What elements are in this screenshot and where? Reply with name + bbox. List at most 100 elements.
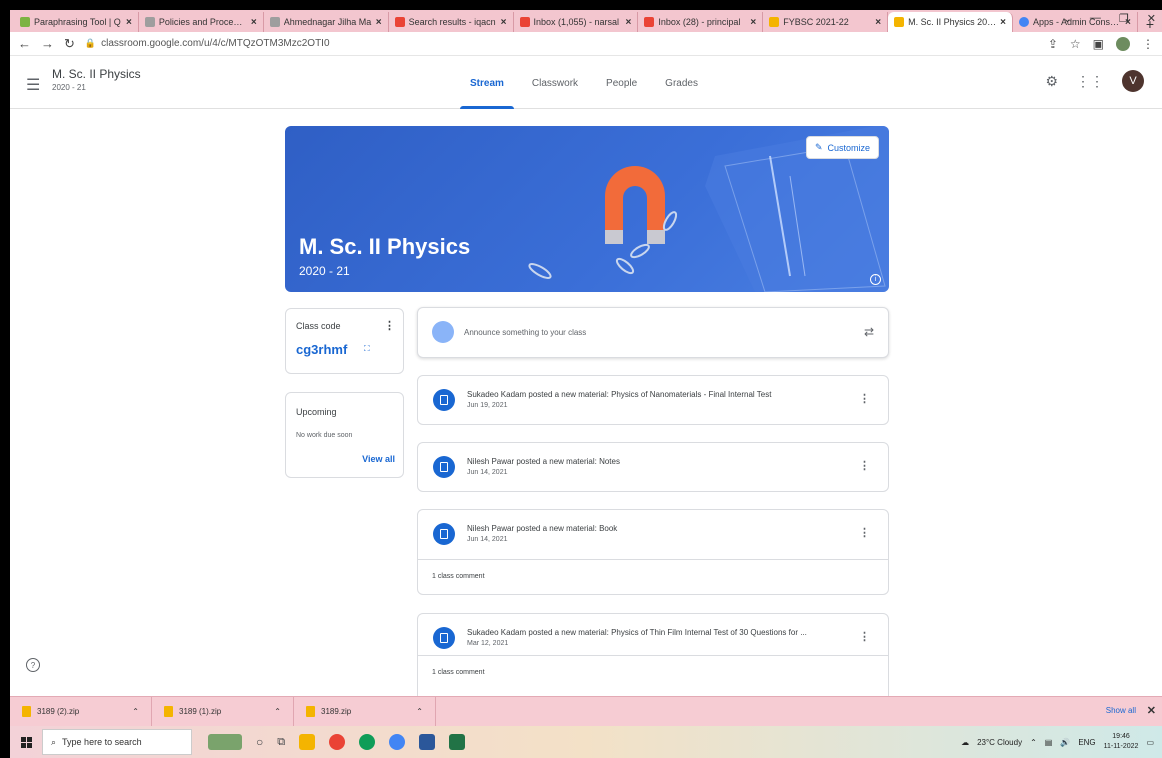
- avatar[interactable]: V: [1122, 70, 1144, 92]
- maximize-icon[interactable]: ❐: [1119, 12, 1129, 25]
- stream-post[interactable]: Nilesh Pawar posted a new material: Book…: [417, 509, 889, 595]
- bookmark-star-icon[interactable]: ☆: [1070, 37, 1081, 51]
- hamburger-menu-icon[interactable]: ☰: [26, 75, 40, 95]
- class-year: 2020 - 21: [52, 83, 86, 92]
- browser-tab-active[interactable]: M. Sc. II Physics 2020 ×: [888, 12, 1013, 32]
- download-item[interactable]: 3189 (2).zip ⌃: [10, 697, 152, 726]
- post-date: Jun 14, 2021: [467, 469, 508, 476]
- edge-icon[interactable]: [359, 734, 376, 750]
- more-vert-icon[interactable]: ⋮: [859, 526, 870, 539]
- clock-time: 19:46: [1112, 733, 1130, 740]
- material-icon: [433, 523, 455, 545]
- stream-post[interactable]: Sukadeo Kadam posted a new material: Phy…: [417, 375, 889, 425]
- chevron-up-icon[interactable]: ⌃: [416, 707, 423, 716]
- announce-box[interactable]: Announce something to your class ⇄: [417, 307, 889, 358]
- class-comment-link[interactable]: 1 class comment: [418, 655, 888, 690]
- more-vert-icon[interactable]: ⋮: [859, 392, 870, 405]
- sidepanel-icon[interactable]: ▣: [1093, 37, 1104, 51]
- menu-dots-icon[interactable]: ⋮: [1142, 37, 1154, 51]
- forward-icon[interactable]: →: [41, 36, 54, 51]
- close-icon[interactable]: ×: [251, 17, 257, 28]
- download-item[interactable]: 3189 (1).zip ⌃: [152, 697, 294, 726]
- close-icon[interactable]: ×: [875, 17, 881, 28]
- close-icon[interactable]: ×: [1000, 17, 1006, 28]
- banner-subtitle: 2020 - 21: [299, 264, 350, 278]
- show-all-button[interactable]: Show all: [1106, 706, 1136, 715]
- post-date: Jun 14, 2021: [467, 536, 508, 543]
- share-icon[interactable]: ⇪: [1048, 37, 1058, 51]
- close-icon[interactable]: ✕: [1147, 704, 1156, 717]
- browser-tab[interactable]: Policies and Procedure ×: [139, 12, 264, 32]
- stream-post[interactable]: Nilesh Pawar posted a new material: Note…: [417, 442, 889, 492]
- back-icon[interactable]: ←: [18, 36, 31, 51]
- chevron-up-icon[interactable]: ⌃: [132, 707, 139, 716]
- settings-gear-icon[interactable]: ⚙: [1045, 73, 1058, 90]
- close-icon[interactable]: ×: [750, 17, 756, 28]
- lock-icon[interactable]: 🔒: [85, 38, 96, 49]
- tab-stream[interactable]: Stream: [456, 57, 518, 109]
- download-item[interactable]: 3189.zip ⌃: [294, 697, 436, 726]
- browser-tab[interactable]: Paraphrasing Tool | Q ×: [14, 12, 139, 32]
- classroom-icon: [769, 17, 780, 27]
- chrome-icon[interactable]: [329, 734, 346, 750]
- toolbar-right: ⇪ ☆ ▣ ⋮: [1048, 36, 1154, 51]
- notifications-icon[interactable]: ▭: [1146, 738, 1154, 747]
- network-icon[interactable]: ▤: [1045, 738, 1053, 747]
- taskbar-apps: ○ ⧉: [208, 734, 466, 750]
- close-icon[interactable]: ×: [126, 17, 132, 28]
- repost-icon[interactable]: ⇄: [864, 325, 874, 339]
- tab-favicon-icon: [269, 17, 280, 27]
- clock[interactable]: 19:46 11-11-2022: [1104, 732, 1139, 752]
- windows-start-icon[interactable]: [10, 736, 42, 748]
- close-icon[interactable]: ×: [376, 17, 382, 28]
- chevron-up-icon[interactable]: ⌃: [1030, 738, 1037, 747]
- info-icon[interactable]: i: [870, 274, 881, 285]
- class-comment-link[interactable]: 1 class comment: [418, 559, 888, 594]
- cortana-icon[interactable]: ○: [256, 735, 263, 749]
- customize-button[interactable]: ✎ Customize: [805, 136, 879, 159]
- browser-tab[interactable]: Search results - iqacn ×: [389, 12, 514, 32]
- apps-grid-icon[interactable]: ⋮⋮: [1076, 73, 1104, 90]
- fullscreen-icon[interactable]: ⛶: [364, 344, 370, 354]
- news-widget-icon[interactable]: [208, 734, 242, 750]
- file-explorer-icon[interactable]: [299, 734, 316, 750]
- browser-tab[interactable]: FYBSC 2021-22 ×: [763, 12, 889, 32]
- class-code-value: cg3rhmf: [296, 342, 348, 357]
- more-vert-icon[interactable]: ⋮: [859, 459, 870, 472]
- tab-title: Paraphrasing Tool | Q: [34, 17, 121, 27]
- chrome-profile-icon[interactable]: [389, 734, 406, 750]
- close-icon[interactable]: ×: [626, 17, 632, 28]
- browser-tab[interactable]: Inbox (1,055) - narsal ×: [514, 12, 639, 32]
- tab-grades[interactable]: Grades: [651, 57, 712, 109]
- upcoming-empty: No work due soon: [296, 432, 353, 439]
- browser-tab[interactable]: Inbox (28) - principal ×: [638, 12, 764, 32]
- close-icon[interactable]: ×: [501, 17, 507, 28]
- excel-icon[interactable]: [449, 734, 466, 750]
- task-view-icon[interactable]: ⧉: [277, 736, 285, 749]
- language-indicator[interactable]: ENG: [1078, 738, 1095, 747]
- more-vert-icon[interactable]: ⋮: [384, 319, 395, 332]
- tab-people[interactable]: People: [592, 57, 651, 109]
- tab-title: FYBSC 2021-22: [783, 17, 849, 27]
- more-vert-icon[interactable]: ⋮: [859, 630, 870, 643]
- tab-search-icon[interactable]: ⌄: [1063, 12, 1072, 25]
- close-window-icon[interactable]: ✕: [1147, 12, 1156, 25]
- profile-icon[interactable]: [1116, 36, 1130, 51]
- view-all-link[interactable]: View all: [362, 454, 395, 464]
- help-icon[interactable]: ?: [26, 658, 40, 672]
- browser-tab[interactable]: Ahmednagar Jilha Ma ×: [264, 12, 389, 32]
- class-title-block[interactable]: M. Sc. II Physics 2020 - 21: [52, 67, 141, 92]
- taskbar-search[interactable]: ⌕ Type here to search: [42, 729, 192, 755]
- class-code-card: Class code ⋮ cg3rhmf ⛶: [285, 308, 404, 374]
- tab-classwork[interactable]: Classwork: [518, 57, 592, 109]
- url-field[interactable]: 🔒 classroom.google.com/u/4/c/MTQzOTM3Mzc…: [85, 35, 1038, 53]
- volume-icon[interactable]: 🔊: [1060, 738, 1070, 747]
- window-controls: ⌄ — ❐ ✕: [1063, 12, 1156, 25]
- minimize-icon[interactable]: —: [1090, 12, 1101, 25]
- reload-icon[interactable]: ↻: [64, 36, 75, 52]
- word-icon[interactable]: [419, 734, 436, 750]
- weather-text[interactable]: 23°C Cloudy: [977, 738, 1022, 747]
- upcoming-title: Upcoming: [296, 407, 337, 417]
- stream-post[interactable]: Sukadeo Kadam posted a new material: Phy…: [417, 613, 889, 705]
- chevron-up-icon[interactable]: ⌃: [274, 707, 281, 716]
